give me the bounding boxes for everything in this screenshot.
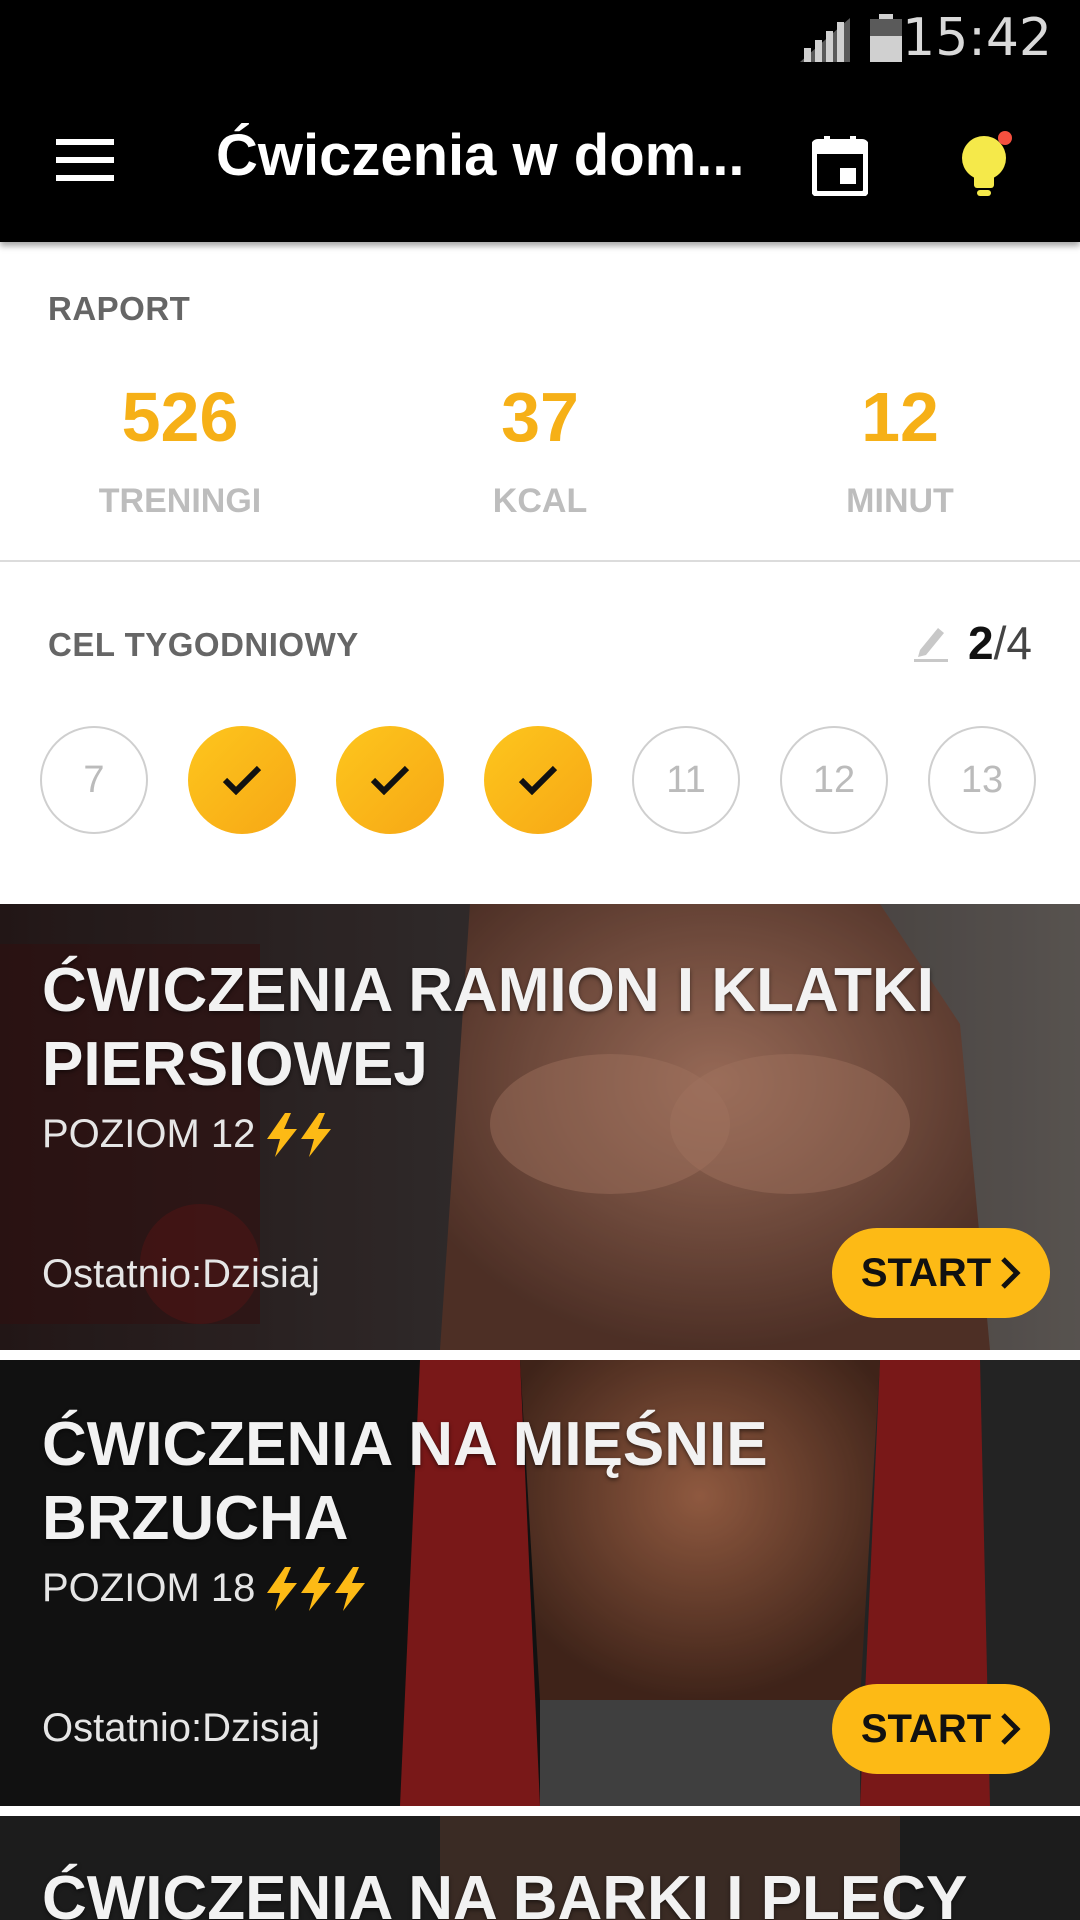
stat-label: KCAL (492, 482, 588, 520)
status-bar: 15:42 (0, 0, 1080, 80)
chevron-right-icon (1001, 1713, 1021, 1745)
weekly-goal-label: CEL TYGODNIOWY (48, 626, 359, 663)
start-button[interactable]: START (832, 1228, 1050, 1318)
chevron-right-icon (1001, 1257, 1021, 1289)
stat-label: MINUT (846, 482, 954, 520)
weekly-goal-section: CEL TYGODNIOWY 2 / 4 7 11 12 13 (0, 562, 1080, 902)
report-label: RAPORT (48, 290, 191, 327)
workout-title: ĆWICZENIA NA BARKI I PLECY (42, 1864, 968, 1920)
day-circle[interactable]: 7 (40, 726, 148, 834)
report-section: RAPORT 526 TRENINGI 37 KCAL 12 MINUT (0, 242, 1080, 562)
workout-card-abs[interactable]: ĆWICZENIA NA MIĘŚNIE BRZUCHA POZIOM 18 O… (0, 1360, 1080, 1806)
app-toolbar: Ćwiczenia w dom... (0, 80, 1080, 242)
level-label: POZIOM 12 (42, 1112, 256, 1156)
stat-value: 37 (501, 378, 579, 456)
day-label: 11 (666, 758, 706, 801)
workout-card-shoulders-back[interactable]: ĆWICZENIA NA BARKI I PLECY (0, 1816, 1080, 1920)
weekly-goal-count[interactable]: 2 / 4 (914, 616, 1032, 670)
calendar-icon (812, 136, 868, 196)
bolt-icon (301, 1112, 332, 1157)
goal-separator: / (993, 617, 1007, 669)
stat-label: TRENINGI (98, 482, 262, 520)
workout-last-done: Ostatnio:Dzisiaj (42, 1706, 320, 1750)
bolt-icon (335, 1566, 366, 1611)
day-circle-done[interactable] (484, 726, 592, 834)
stat-workouts: 526 TRENINGI (30, 382, 330, 521)
day-circle-done[interactable] (188, 726, 296, 834)
lightbulb-icon (962, 131, 1012, 196)
bolt-icon (267, 1112, 298, 1157)
status-time: 15:42 (902, 8, 1052, 68)
goal-total: 4 (1006, 617, 1032, 669)
start-label: START (860, 1250, 992, 1295)
bolt-icon (301, 1566, 332, 1611)
day-label: 13 (960, 758, 1004, 801)
workout-last-done: Ostatnio:Dzisiaj (42, 1252, 320, 1296)
start-label: START (860, 1706, 992, 1751)
stat-kcal: 37 KCAL (390, 382, 690, 521)
day-circle[interactable]: 11 (632, 726, 740, 834)
battery-icon (870, 14, 902, 62)
day-circle[interactable]: 12 (780, 726, 888, 834)
menu-icon (56, 139, 114, 181)
app-title: Ćwiczenia w dom... (216, 123, 745, 188)
check-icon (222, 765, 262, 795)
menu-button[interactable] (40, 120, 130, 200)
goal-done: 2 (968, 617, 994, 669)
signal-icon (800, 18, 850, 62)
stat-minutes: 12 MINUT (750, 382, 1050, 521)
workout-level: POZIOM 12 (42, 1112, 333, 1157)
day-label: 12 (812, 758, 856, 801)
start-button[interactable]: START (832, 1684, 1050, 1774)
workout-card-chest-arms[interactable]: ĆWICZENIA RAMION I KLATKI PIERSIOWEJ POZ… (0, 904, 1080, 1350)
check-icon (518, 765, 558, 795)
day-label: 7 (83, 758, 105, 801)
day-circle[interactable]: 13 (928, 726, 1036, 834)
workout-level: POZIOM 18 (42, 1566, 367, 1611)
workout-title: ĆWICZENIA RAMION I KLATKI PIERSIOWEJ (42, 956, 935, 1099)
workout-title: ĆWICZENIA NA MIĘŚNIE BRZUCHA (42, 1410, 768, 1553)
calendar-button[interactable] (800, 126, 880, 206)
stat-value: 12 (861, 378, 939, 456)
edit-icon[interactable] (914, 624, 949, 662)
day-circle-done[interactable] (336, 726, 444, 834)
check-icon (370, 765, 410, 795)
level-label: POZIOM 18 (42, 1566, 256, 1610)
bolt-icon (267, 1566, 298, 1611)
tips-button[interactable] (948, 120, 1028, 210)
stat-value: 526 (121, 378, 239, 456)
notification-dot (998, 131, 1012, 145)
